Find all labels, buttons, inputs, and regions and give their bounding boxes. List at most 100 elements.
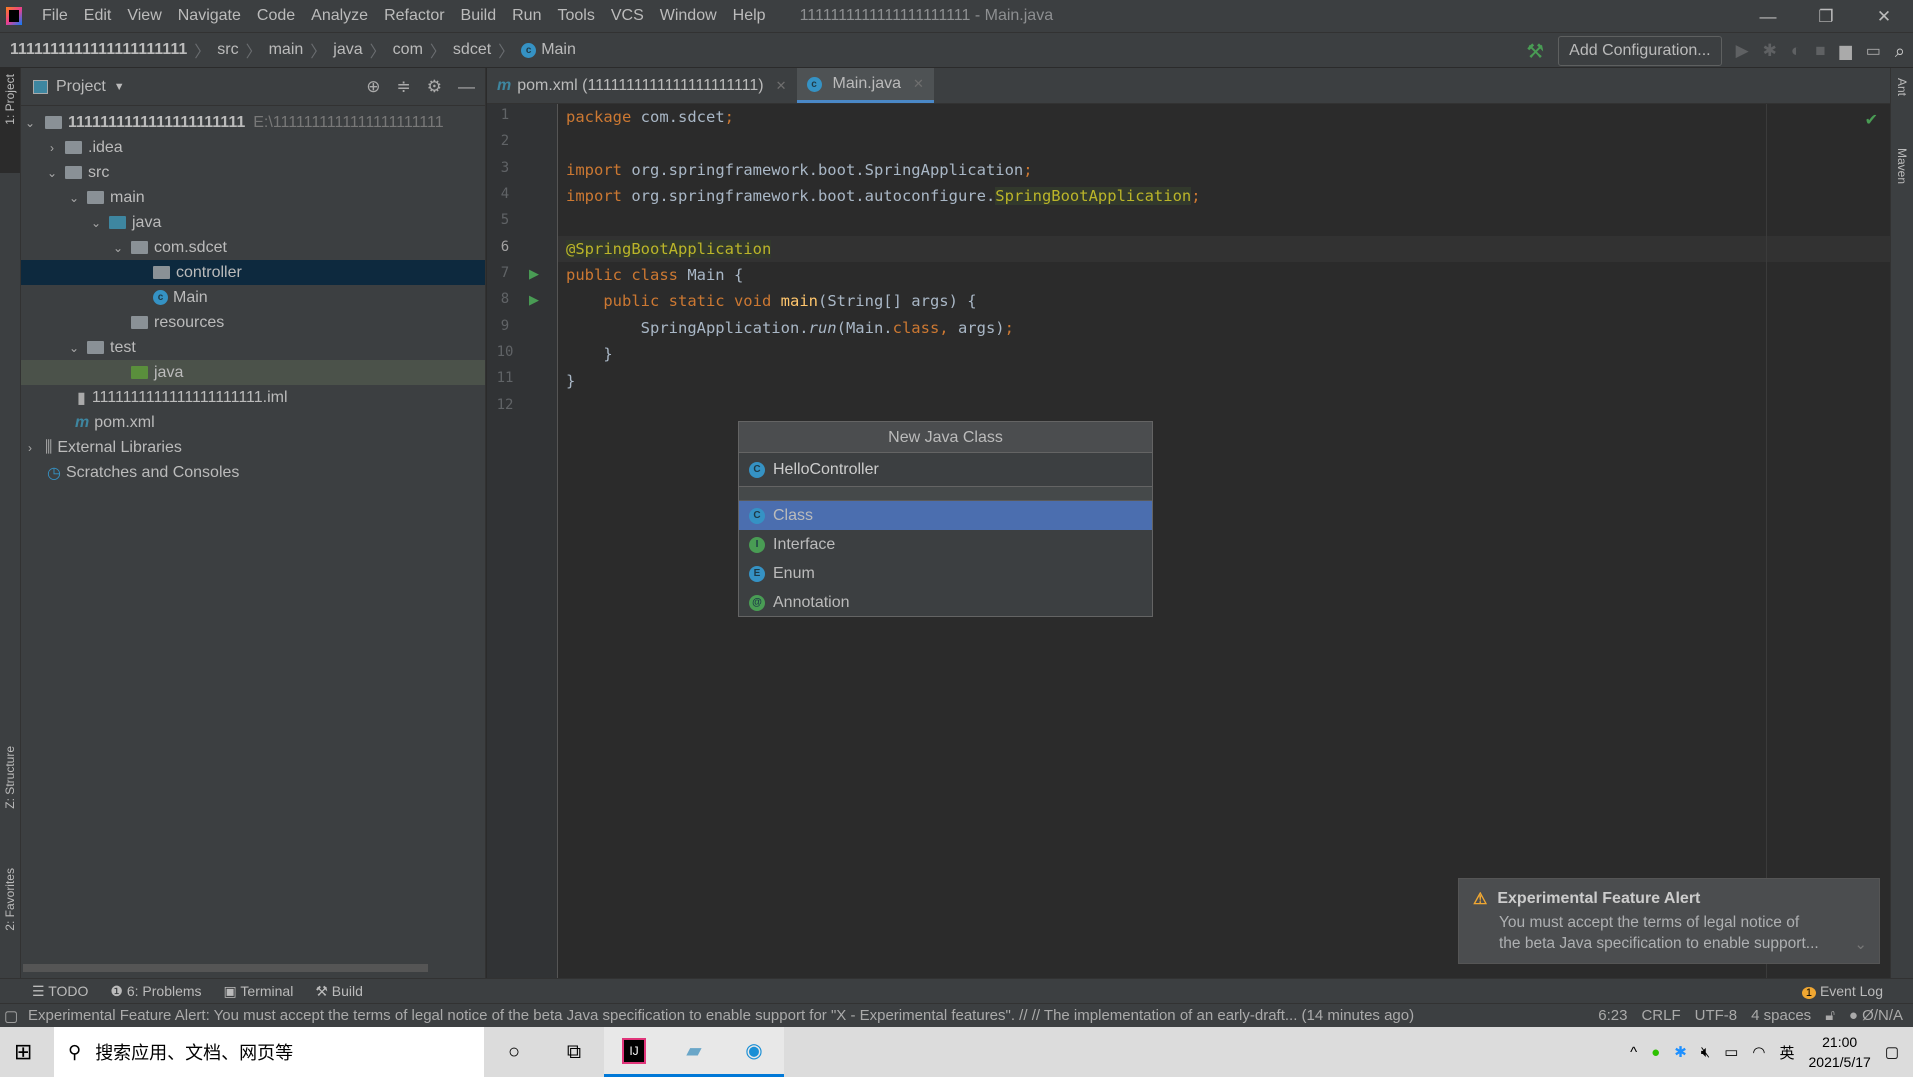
- debug-icon[interactable]: ✱: [1763, 41, 1777, 61]
- menu-analyze[interactable]: Analyze: [303, 7, 376, 25]
- menu-edit[interactable]: Edit: [76, 7, 120, 25]
- add-configuration-button[interactable]: Add Configuration...: [1558, 36, 1722, 66]
- tree-item-test[interactable]: ⌄ test: [21, 335, 485, 360]
- menu-navigate[interactable]: Navigate: [170, 7, 249, 25]
- stripe-structure-button[interactable]: Z: Structure: [3, 746, 17, 809]
- minimize-icon[interactable]: —: [1739, 0, 1797, 33]
- menu-code[interactable]: Code: [249, 7, 303, 25]
- menu-view[interactable]: View: [119, 7, 169, 25]
- breadcrumb-src[interactable]: src: [217, 41, 238, 59]
- tree-item-pom[interactable]: m pom.xml: [21, 410, 485, 435]
- clock[interactable]: 21:00 2021/5/17: [1809, 1032, 1871, 1072]
- tree-item-java[interactable]: ⌄ java: [21, 210, 485, 235]
- menu-vcs[interactable]: VCS: [603, 7, 652, 25]
- status-message[interactable]: Experimental Feature Alert: You must acc…: [0, 1007, 1500, 1024]
- notification-balloon[interactable]: ⚠ Experimental Feature Alert You must acc…: [1458, 878, 1880, 964]
- problems-button[interactable]: ❶ 6: Problems: [110, 983, 201, 1000]
- task-view-icon[interactable]: ⧉: [544, 1027, 604, 1077]
- menu-refactor[interactable]: Refactor: [376, 7, 452, 25]
- file-encoding[interactable]: UTF-8: [1695, 1007, 1738, 1024]
- locate-icon[interactable]: ⊕: [366, 77, 380, 97]
- show-hidden-icons[interactable]: ^: [1630, 1044, 1637, 1061]
- coverage-icon[interactable]: ◐: [1791, 41, 1801, 61]
- terminal-button[interactable]: ▣ Terminal: [224, 983, 294, 1000]
- intellij-taskbar-icon[interactable]: IJ: [604, 1027, 664, 1077]
- menu-help[interactable]: Help: [725, 7, 774, 25]
- menu-tools[interactable]: Tools: [549, 7, 602, 25]
- horizontal-scrollbar[interactable]: [23, 964, 428, 972]
- wechat-icon[interactable]: ●: [1651, 1044, 1660, 1061]
- windows-start-icon[interactable]: ⊞: [14, 1039, 32, 1065]
- tree-item-external-libraries[interactable]: › ⫼ External Libraries: [21, 435, 485, 460]
- terminal-window-icon[interactable]: ▭: [1866, 41, 1881, 61]
- ime-indicator[interactable]: 英: [1780, 1042, 1795, 1063]
- lock-icon[interactable]: 🔓︎: [1825, 1007, 1835, 1024]
- breadcrumb-com[interactable]: com: [393, 41, 423, 59]
- restore-icon[interactable]: ❐: [1797, 0, 1855, 33]
- build-hammer-icon[interactable]: ⚒: [1526, 39, 1544, 64]
- menu-file[interactable]: File: [34, 7, 76, 25]
- expand-chevron-icon[interactable]: ⌄: [1854, 935, 1867, 953]
- vcs-status[interactable]: ● Ø/N/A: [1849, 1007, 1903, 1024]
- menu-run[interactable]: Run: [504, 7, 549, 25]
- stripe-favorites-button[interactable]: 2: Favorites: [3, 868, 17, 931]
- stop-icon[interactable]: ■: [1815, 41, 1825, 61]
- no-problems-check-icon[interactable]: ✔: [1865, 110, 1878, 130]
- tree-item-test-java[interactable]: java: [21, 360, 485, 385]
- project-panel-title[interactable]: Project: [56, 78, 106, 96]
- breadcrumb-java[interactable]: java: [333, 41, 362, 59]
- wifi-icon[interactable]: ◠: [1752, 1043, 1765, 1061]
- notifications-icon[interactable]: ▢: [1885, 1043, 1899, 1061]
- tree-item-scratches[interactable]: ◷ Scratches and Consoles: [21, 460, 485, 485]
- breadcrumb-main-class[interactable]: Main: [541, 41, 576, 59]
- tree-item-src[interactable]: ⌄ src: [21, 160, 485, 185]
- chevron-down-icon[interactable]: ▼: [114, 81, 125, 93]
- close-icon[interactable]: ✕: [1855, 0, 1913, 33]
- kind-class[interactable]: C Class: [739, 501, 1152, 530]
- cortana-icon[interactable]: ○: [484, 1027, 544, 1077]
- tab-main-java[interactable]: c Main.java ✕: [796, 68, 934, 103]
- breadcrumb-main[interactable]: main: [269, 41, 304, 59]
- stripe-maven-button[interactable]: Maven: [1895, 148, 1909, 184]
- caret-position[interactable]: 6:23: [1598, 1007, 1627, 1024]
- tree-item-root[interactable]: ⌄ 1111111111111111111111 E:\11111111111111…: [21, 110, 485, 135]
- tree-item-iml[interactable]: ▮ 1111111111111111111111.iml: [21, 385, 485, 410]
- breadcrumb-project[interactable]: 1111111111111111111111: [10, 41, 187, 59]
- project-structure-icon[interactable]: ▆: [1839, 41, 1851, 61]
- tree-item-controller[interactable]: controller: [21, 260, 485, 285]
- indent-setting[interactable]: 4 spaces: [1751, 1007, 1811, 1024]
- kind-enum[interactable]: E Enum: [739, 559, 1152, 588]
- line-separator[interactable]: CRLF: [1641, 1007, 1680, 1024]
- stripe-project-button[interactable]: 1: Project: [3, 74, 17, 125]
- tree-item-resources[interactable]: resources: [21, 310, 485, 335]
- todo-button[interactable]: ☰ TODO: [32, 983, 88, 1000]
- kind-interface[interactable]: I Interface: [739, 530, 1152, 559]
- class-name-input[interactable]: C HelloController: [739, 453, 1152, 487]
- kind-annotation[interactable]: @ Annotation: [739, 588, 1152, 617]
- close-tab-icon[interactable]: ✕: [776, 78, 787, 94]
- collapse-all-icon[interactable]: ≑: [397, 77, 411, 97]
- taskbar-search[interactable]: ⚲ 搜索应用、文档、网页等: [54, 1027, 484, 1077]
- app-tray-icon[interactable]: ✱: [1674, 1043, 1687, 1061]
- tree-item-idea[interactable]: › .idea: [21, 135, 485, 160]
- battery-icon[interactable]: ▭: [1724, 1043, 1738, 1061]
- run-icon[interactable]: ▶: [1736, 41, 1749, 61]
- build-button[interactable]: ⚒ Build: [315, 983, 363, 1000]
- tree-item-main-class[interactable]: c Main: [21, 285, 485, 310]
- run-gutter-icon[interactable]: ▶: [529, 292, 539, 308]
- gear-icon[interactable]: ⚙: [427, 77, 442, 97]
- edge-taskbar-icon[interactable]: ◉: [724, 1027, 784, 1077]
- tree-item-main[interactable]: ⌄ main: [21, 185, 485, 210]
- volume-muted-icon[interactable]: 🔇︎: [1701, 1044, 1710, 1061]
- close-tab-icon[interactable]: ✕: [913, 76, 924, 92]
- status-toggle-icon[interactable]: ▢: [4, 1007, 18, 1025]
- event-log-button[interactable]: 1 Event Log: [1801, 983, 1913, 999]
- run-gutter-icon[interactable]: ▶: [529, 266, 539, 282]
- menu-build[interactable]: Build: [453, 7, 505, 25]
- stripe-ant-button[interactable]: Ant: [1895, 78, 1909, 96]
- menu-window[interactable]: Window: [652, 7, 725, 25]
- tree-item-com-sdcet[interactable]: ⌄ com.sdcet: [21, 235, 485, 260]
- hide-icon[interactable]: —: [458, 77, 475, 97]
- breadcrumb-sdcet[interactable]: sdcet: [453, 41, 491, 59]
- notepad-taskbar-icon[interactable]: ▰: [664, 1027, 724, 1077]
